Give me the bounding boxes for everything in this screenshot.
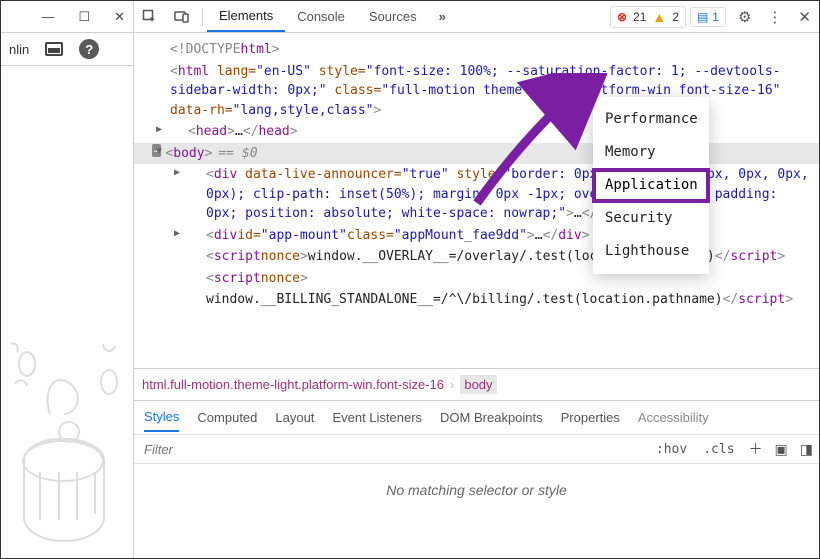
breadcrumb-body[interactable]: body [460, 375, 496, 394]
new-style-rule-icon[interactable]: ＋ [743, 439, 769, 459]
expand-icon[interactable]: ▶ [174, 165, 180, 180]
error-count: 21 [633, 10, 646, 24]
dom-node-div-app-mount[interactable]: ▶ <div id="app-mount" class="appMount_fa… [152, 225, 819, 247]
elements-tree[interactable]: <!DOCTYPE html> <html lang="en-US" style… [134, 33, 819, 368]
feedback-count: 1 [712, 10, 719, 24]
dom-node-script-1[interactable]: <script nonce>window.__OVERLAY__=/overla… [152, 246, 819, 268]
expand-icon[interactable]: ▶ [174, 226, 180, 241]
breadcrumb-html[interactable]: html.full-motion.theme-light.platform-wi… [142, 377, 444, 392]
dropdown-item-memory[interactable]: Memory [593, 136, 709, 169]
dropdown-item-application[interactable]: Application [593, 169, 709, 202]
error-icon: ⊗ [617, 10, 627, 24]
cls-toggle[interactable]: .cls [695, 442, 742, 457]
hov-toggle[interactable]: :hov [648, 442, 695, 457]
styles-filter-input[interactable] [134, 442, 648, 457]
decorative-illustration [5, 294, 130, 554]
header-text: nlin [9, 42, 29, 57]
expand-icon[interactable]: ▶ [156, 122, 162, 137]
tab-dom-breakpoints[interactable]: DOM Breakpoints [440, 404, 543, 431]
issues-badge[interactable]: ⊗ 21 ▲ 2 [610, 6, 686, 28]
window-controls: — ☐ ✕ [1, 1, 133, 33]
dropdown-item-security[interactable]: Security [593, 202, 709, 235]
tab-console[interactable]: Console [285, 1, 357, 32]
minimize-button[interactable]: — [41, 9, 54, 24]
kebab-menu-icon[interactable]: ⋮ [759, 8, 790, 26]
collapse-icon[interactable]: ▼ [156, 144, 162, 159]
styles-filter-bar: :hov .cls ＋ ▣ ◨ [134, 434, 819, 464]
dom-node-doctype[interactable]: <!DOCTYPE html> [152, 39, 819, 61]
feedback-icon: ▤ [697, 10, 708, 24]
tab-sources[interactable]: Sources [357, 1, 429, 32]
inspect-element-icon[interactable] [134, 1, 166, 32]
styles-pane-tabs: Styles Computed Layout Event Listeners D… [134, 400, 819, 434]
feedback-badge[interactable]: ▤ 1 [690, 7, 726, 27]
dom-node-body[interactable]: … ▼ <body> == $0 [134, 143, 819, 165]
dom-node-div-announcer[interactable]: ▶ <div data-live-announcer="true" style=… [152, 164, 819, 225]
close-window-button[interactable]: ✕ [114, 9, 125, 25]
tab-elements[interactable]: Elements [207, 1, 285, 32]
chevron-right-icon: › [450, 377, 454, 392]
tab-properties[interactable]: Properties [561, 404, 620, 431]
dom-node-html[interactable]: <html lang="en-US" style="font-size: 100… [152, 61, 819, 122]
more-tabs-button[interactable]: » [429, 9, 456, 24]
tab-computed[interactable]: Computed [197, 404, 257, 431]
console-reference: == $0 [218, 144, 257, 164]
devtools-toolbar: Elements Console Sources » ⊗ 21 ▲ 2 ▤ 1 … [134, 1, 819, 33]
inbox-icon[interactable] [45, 42, 63, 56]
warning-icon: ▲ [652, 9, 666, 25]
dom-breadcrumb[interactable]: html.full-motion.theme-light.platform-wi… [134, 368, 819, 400]
settings-icon[interactable]: ⚙ [730, 8, 759, 26]
tab-layout[interactable]: Layout [275, 404, 314, 431]
maximize-button[interactable]: ☐ [78, 9, 90, 25]
dom-node-script-2[interactable]: <script nonce> [152, 268, 819, 290]
computed-styles-icon[interactable]: ▣ [769, 441, 794, 458]
tab-event-listeners[interactable]: Event Listeners [332, 404, 422, 431]
device-toolbar-icon[interactable] [166, 1, 198, 32]
warning-count: 2 [672, 10, 679, 24]
panel-tabs: Elements Console Sources [207, 1, 429, 32]
help-icon[interactable]: ? [79, 39, 99, 59]
dropdown-item-performance[interactable]: Performance [593, 103, 709, 136]
more-tabs-dropdown: Performance Memory Application Security … [593, 97, 709, 274]
tab-styles[interactable]: Styles [144, 403, 179, 432]
header-fragment: nlin ? [1, 33, 133, 66]
styles-empty-message: No matching selector or style [134, 464, 819, 558]
close-devtools-icon[interactable]: ✕ [790, 8, 819, 26]
dom-node-script-2-body[interactable]: window.__BILLING_STANDALONE__=/^\/billin… [152, 289, 819, 311]
dom-node-head[interactable]: ▶ <head>…</head> [152, 121, 819, 143]
toggle-sidebar-icon[interactable]: ◨ [794, 441, 819, 458]
dropdown-item-lighthouse[interactable]: Lighthouse [593, 235, 709, 268]
tab-accessibility[interactable]: Accessibility [638, 404, 709, 431]
